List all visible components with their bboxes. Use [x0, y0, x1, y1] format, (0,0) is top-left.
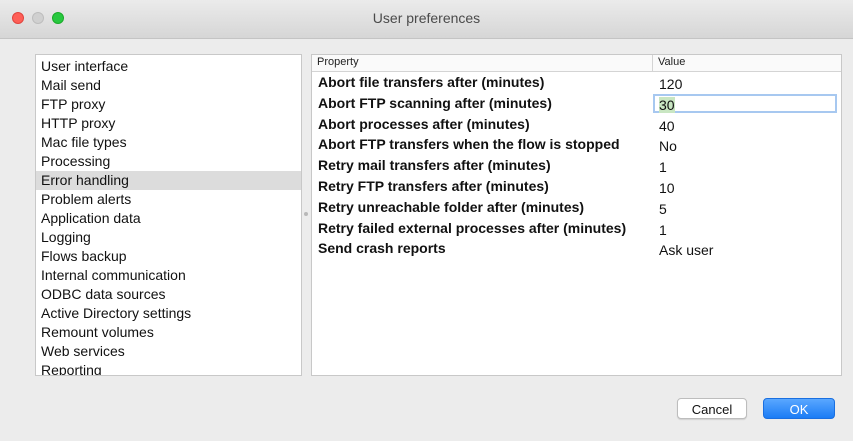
property-table: Property Value Abort file transfers afte… [311, 54, 842, 376]
category-item[interactable]: Error handling [36, 171, 301, 190]
category-list[interactable]: User interface Mail send FTP proxy HTTP pro… [35, 54, 302, 376]
property-name: Abort processes after (minutes) [318, 115, 530, 132]
table-row[interactable]: Abort FTP transfers when the flow is sto… [312, 134, 841, 155]
table-row[interactable]: Send crash reports Ask user [312, 238, 841, 259]
category-item[interactable]: Mac file types [36, 133, 301, 152]
table-header: Property Value [312, 55, 841, 72]
category-item[interactable]: Remount volumes [36, 323, 301, 342]
preferences-window: User preferences User interface Mail send… [0, 0, 853, 441]
property-value[interactable]: 40 [659, 118, 675, 134]
category-item[interactable]: Internal communication [36, 266, 301, 285]
property-name: Abort FTP scanning after (minutes) [318, 94, 552, 111]
property-name: Abort file transfers after (minutes) [318, 74, 545, 90]
column-divider[interactable] [652, 55, 653, 71]
property-value[interactable]: 1 [659, 222, 667, 238]
category-item[interactable]: Processing [36, 152, 301, 171]
property-name: Retry unreachable folder after (minutes) [318, 198, 585, 215]
table-row[interactable]: Abort processes after (minutes) 40 [312, 114, 841, 135]
column-header-value[interactable]: Value [658, 56, 685, 68]
category-item[interactable]: User interface [36, 57, 301, 76]
category-item[interactable]: Reporting [36, 361, 301, 375]
table-row[interactable]: Abort FTP scanning after (minutes) 30 [312, 93, 841, 114]
property-name: Send crash reports [318, 240, 446, 257]
category-item[interactable]: Logging [36, 228, 301, 247]
category-item[interactable]: ODBC data sources [36, 285, 301, 304]
table-row[interactable]: Retry unreachable folder after (minutes)… [312, 197, 841, 218]
property-value[interactable]: 120 [659, 76, 682, 92]
category-item[interactable]: Active Directory settings [36, 304, 301, 323]
category-item[interactable]: HTTP proxy [36, 114, 301, 133]
table-row[interactable]: Retry failed external processes after (m… [312, 218, 841, 239]
property-value[interactable]: No [659, 138, 677, 154]
table-row[interactable]: Retry FTP transfers after (minutes) 10 [312, 176, 841, 197]
property-value[interactable]: 5 [659, 201, 667, 217]
category-item[interactable]: Mail send [36, 76, 301, 95]
property-name: Abort FTP transfers when the flow is sto… [318, 136, 620, 153]
title-bar[interactable]: User preferences [0, 0, 853, 39]
property-name: Retry FTP transfers after (minutes) [318, 177, 549, 194]
window-title: User preferences [372, 10, 481, 26]
property-value-input[interactable]: 30 [653, 93, 837, 113]
category-item[interactable]: Web services [36, 342, 301, 361]
ok-button[interactable]: OK [763, 398, 835, 419]
property-rows: Abort file transfers after (minutes) 120 A… [312, 72, 841, 259]
category-item[interactable]: Flows backup [36, 247, 301, 266]
category-item[interactable]: Problem alerts [36, 190, 301, 209]
property-value[interactable]: 1 [659, 159, 667, 175]
property-name: Retry mail transfers after (minutes) [318, 157, 551, 174]
selected-text: 30 [659, 96, 675, 113]
table-row[interactable]: Abort file transfers after (minutes) 120 [312, 72, 841, 93]
category-item[interactable]: FTP proxy [36, 95, 301, 114]
cancel-button[interactable]: Cancel [677, 398, 747, 419]
property-name: Retry failed external processes after (m… [318, 219, 627, 236]
splitter-handle[interactable] [304, 212, 308, 216]
property-value[interactable]: 10 [659, 180, 675, 196]
table-row[interactable]: Retry mail transfers after (minutes) 1 [312, 155, 841, 176]
category-item[interactable]: Application data [36, 209, 301, 228]
column-header-property[interactable]: Property [317, 56, 359, 68]
property-value[interactable]: Ask user [659, 242, 713, 258]
